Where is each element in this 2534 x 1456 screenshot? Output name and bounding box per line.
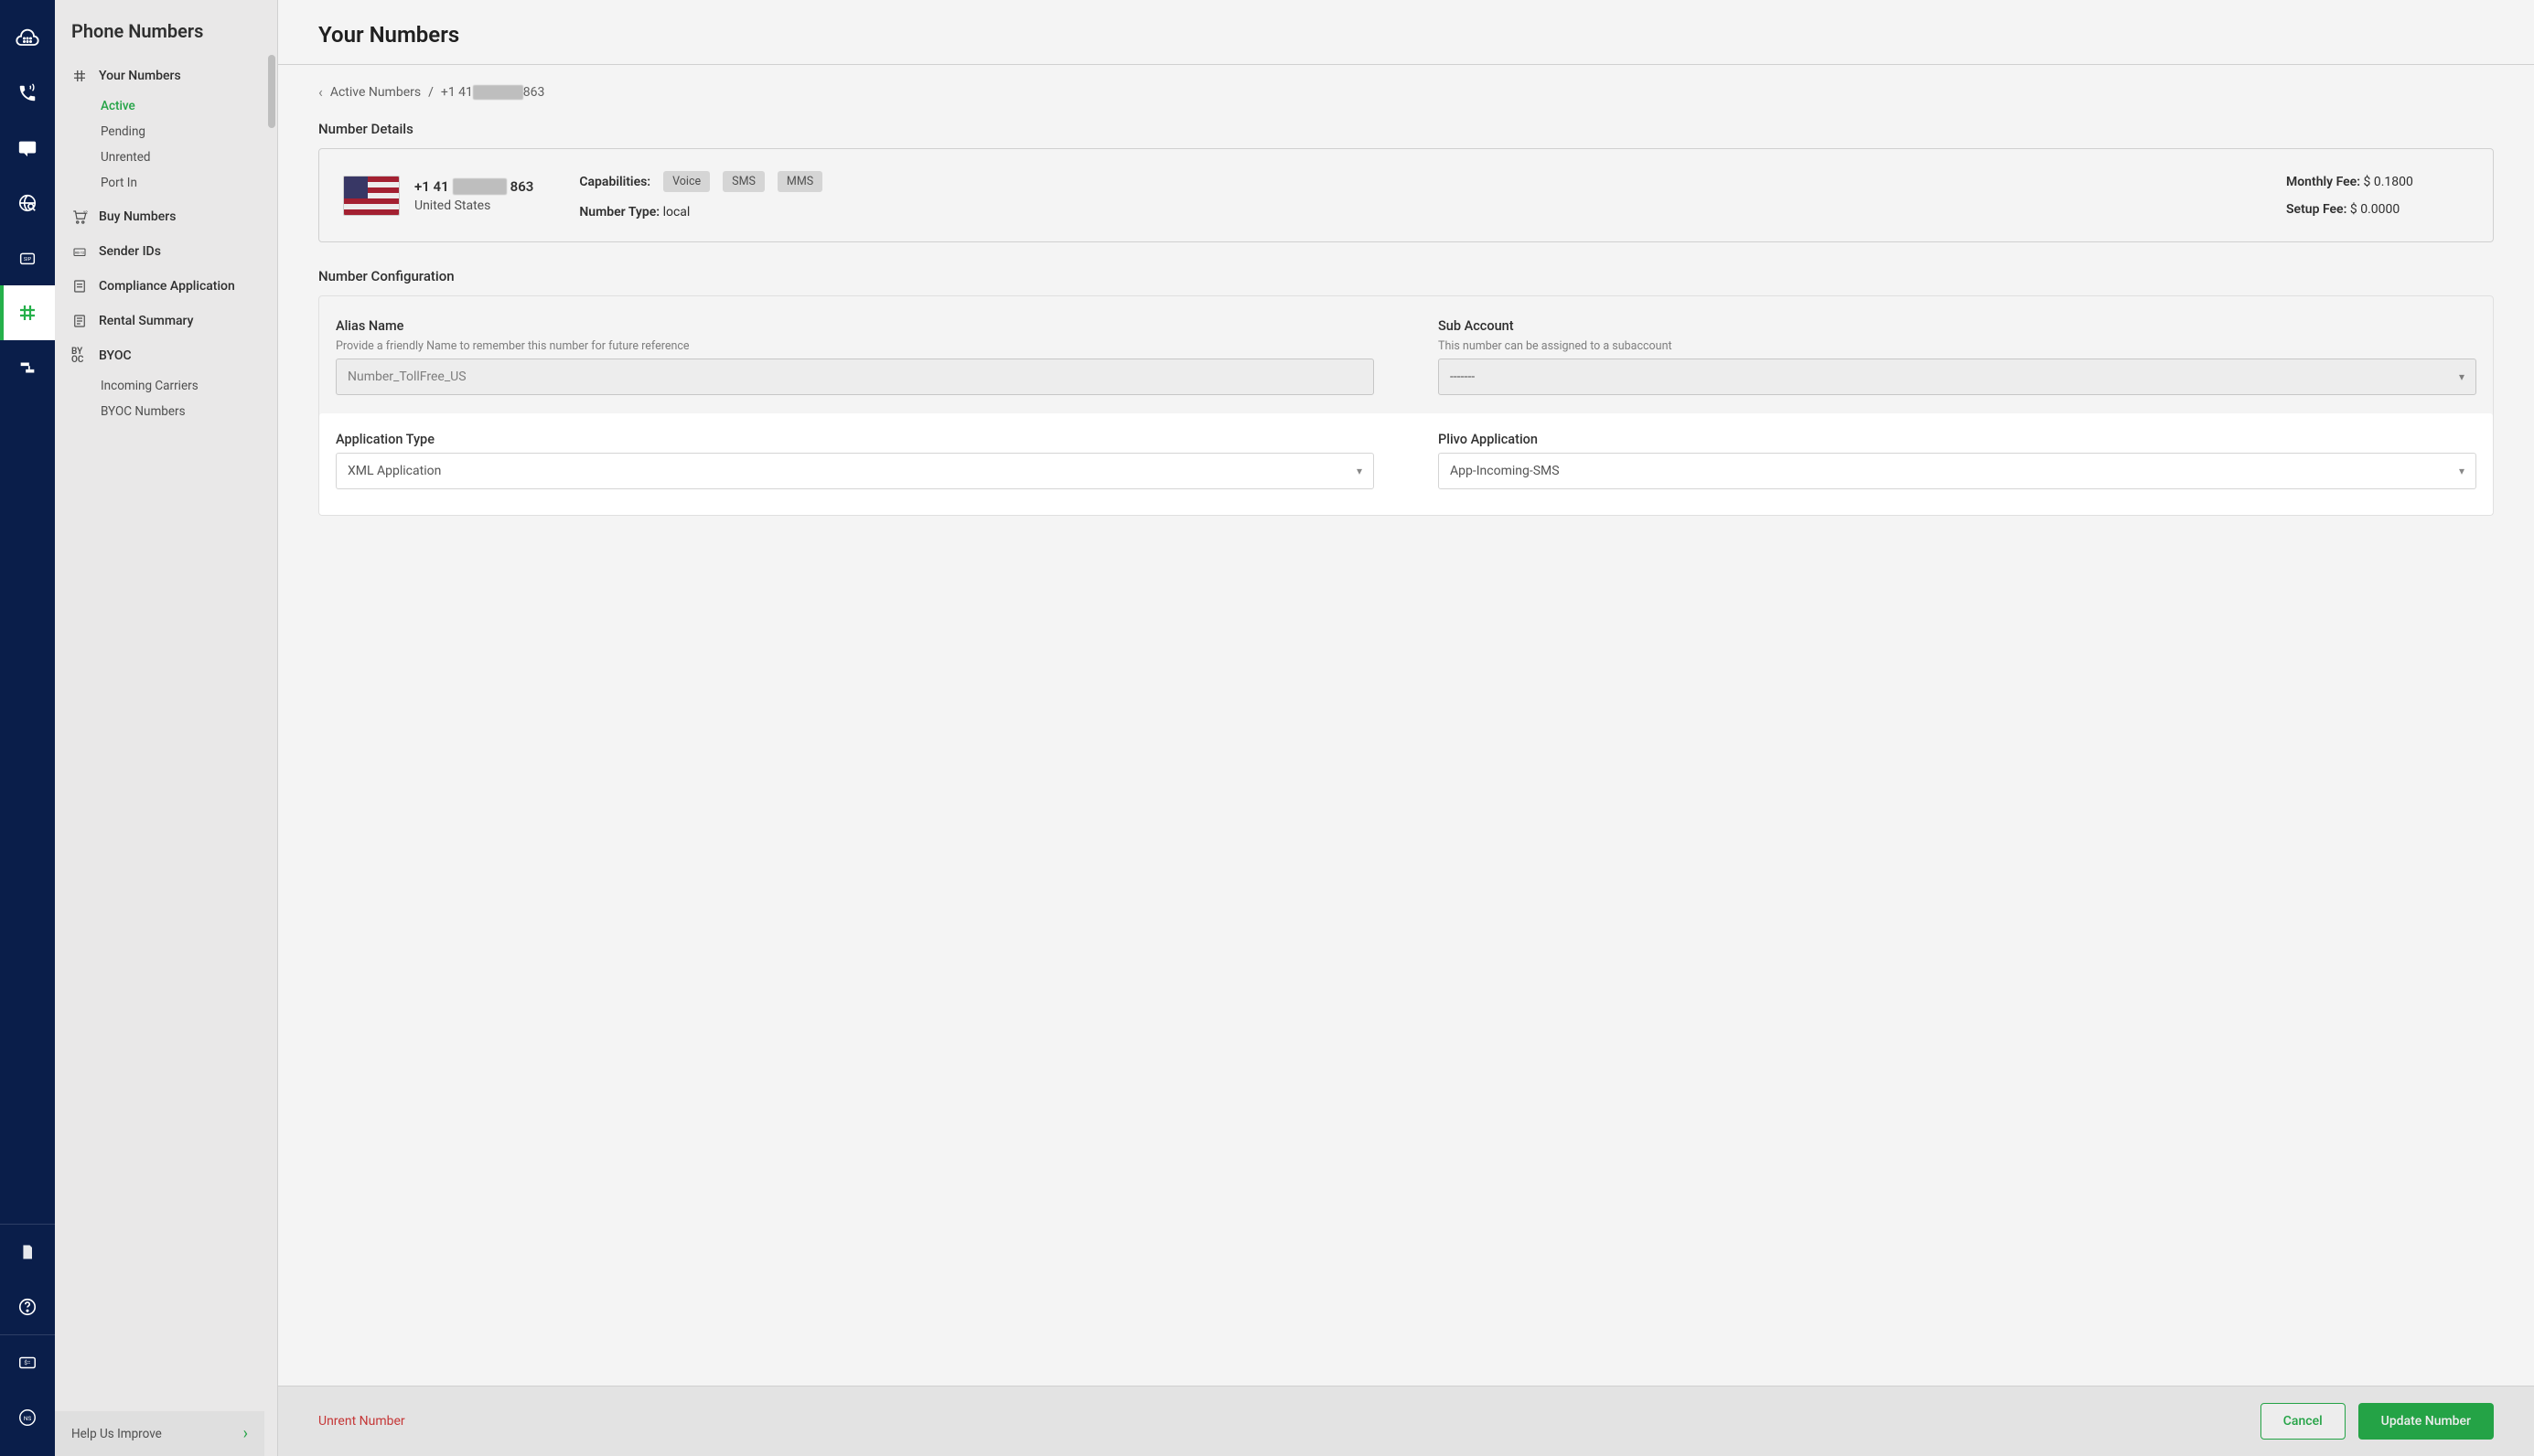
svg-text:$=: $= [24, 1359, 31, 1366]
main-content: Your Numbers ‹ Active Numbers / +1 41X X… [278, 0, 2534, 1456]
setup-fee: Setup Fee: $ 0.0000 [2286, 202, 2469, 217]
alias-name-input[interactable]: Number_TollFree_US [336, 359, 1374, 395]
lookup-icon[interactable] [0, 176, 55, 230]
phone-number: +1 41X XXX X863 [414, 178, 533, 195]
us-flag-icon [343, 176, 400, 216]
plivo-application-label: Plivo Application [1438, 432, 2476, 447]
plivo-application-select[interactable]: App-Incoming-SMS ▾ [1438, 453, 2476, 489]
nav-incoming-carriers[interactable]: Incoming Carriers [55, 373, 277, 399]
nav-byoc[interactable]: BYOC BYOC [55, 338, 277, 373]
number-type: Number Type: local [579, 205, 2240, 219]
chevron-left-icon: ‹ [318, 83, 323, 101]
cap-sms: SMS [723, 171, 765, 192]
breadcrumb-sep: / [428, 85, 434, 100]
chevron-down-icon: ▾ [1357, 465, 1362, 477]
nav-active[interactable]: Active [55, 93, 277, 119]
svg-text:AB-12: AB-12 [75, 251, 84, 254]
nav-sender-ids[interactable]: AB-12 Sender IDs [55, 234, 277, 269]
account-icon[interactable]: NS [0, 1390, 55, 1445]
unrent-number-link[interactable]: Unrent Number [318, 1414, 405, 1429]
alias-name-label: Alias Name [336, 318, 1374, 334]
page-title: Your Numbers [318, 22, 2494, 48]
nav-port-in[interactable]: Port In [55, 170, 277, 196]
breadcrumb[interactable]: ‹ Active Numbers / +1 41X XXX X863 [318, 83, 2494, 101]
nav-byoc-label: BYOC [99, 348, 132, 363]
update-number-button[interactable]: Update Number [2358, 1403, 2494, 1440]
help-improve-label: Help Us Improve [71, 1427, 162, 1441]
number-config-card: Alias Name Provide a friendly Name to re… [318, 295, 2494, 516]
nav-rental-summary[interactable]: Rental Summary [55, 304, 277, 338]
chevron-down-icon: ▾ [2459, 370, 2464, 383]
cancel-button[interactable]: Cancel [2260, 1403, 2346, 1440]
logo-icon[interactable] [0, 11, 55, 66]
country-label: United States [414, 198, 533, 213]
sip-icon[interactable]: SIP [0, 230, 55, 285]
trunk-icon[interactable] [0, 340, 55, 395]
sub-account-hint: This number can be assigned to a subacco… [1438, 339, 2476, 353]
docs-icon[interactable] [0, 1225, 55, 1279]
nav-rental-summary-label: Rental Summary [99, 314, 194, 328]
nav-pending[interactable]: Pending [55, 119, 277, 145]
svg-text:NS: NS [24, 1415, 32, 1422]
nav-unrented[interactable]: Unrented [55, 145, 277, 170]
sidebar-title: Phone Numbers [55, 0, 277, 59]
footer: Unrent Number Cancel Update Number [278, 1386, 2534, 1456]
nav-compliance-label: Compliance Application [99, 279, 235, 294]
nav-byoc-numbers[interactable]: BYOC Numbers [55, 399, 277, 424]
alias-name-hint: Provide a friendly Name to remember this… [336, 339, 1374, 353]
cap-voice: Voice [663, 171, 710, 192]
billing-icon[interactable]: $= [0, 1335, 55, 1390]
nav-buy-numbers[interactable]: 123 Buy Numbers [55, 199, 277, 234]
chevron-down-icon: ▾ [2459, 465, 2464, 477]
help-us-improve[interactable]: Help Us Improve › [55, 1411, 264, 1456]
phone-numbers-icon[interactable] [0, 285, 55, 340]
cap-mms: MMS [778, 171, 822, 192]
breadcrumb-number: +1 41X XXX X863 [441, 85, 544, 100]
icon-rail: SIP $= NS [0, 0, 55, 1456]
svg-text:SIP: SIP [24, 257, 32, 262]
scrollbar[interactable] [268, 55, 275, 128]
sub-account-label: Sub Account [1438, 318, 2476, 334]
nav-compliance[interactable]: Compliance Application [55, 269, 277, 304]
breadcrumb-parent: Active Numbers [330, 85, 421, 100]
nav-buy-numbers-label: Buy Numbers [99, 209, 176, 224]
nav-your-numbers-label: Your Numbers [99, 69, 181, 83]
capabilities-label: Capabilities: [579, 175, 650, 189]
nav-your-numbers[interactable]: Your Numbers [55, 59, 277, 93]
number-details-label: Number Details [318, 121, 2494, 137]
sidebar: Phone Numbers Your Numbers Active Pendin… [55, 0, 278, 1456]
number-config-label: Number Configuration [318, 268, 2494, 284]
application-type-select[interactable]: XML Application ▾ [336, 453, 1374, 489]
monthly-fee: Monthly Fee: $ 0.1800 [2286, 175, 2469, 189]
voice-icon[interactable] [0, 66, 55, 121]
chevron-right-icon: › [243, 1424, 248, 1443]
help-icon[interactable] [0, 1279, 55, 1334]
application-type-label: Application Type [336, 432, 1374, 447]
sub-account-select[interactable]: ------- ▾ [1438, 359, 2476, 395]
messaging-icon[interactable] [0, 121, 55, 176]
number-details-card: +1 41X XXX X863 United States Capabiliti… [318, 148, 2494, 242]
nav-sender-ids-label: Sender IDs [99, 244, 161, 259]
svg-text:123: 123 [83, 210, 88, 216]
